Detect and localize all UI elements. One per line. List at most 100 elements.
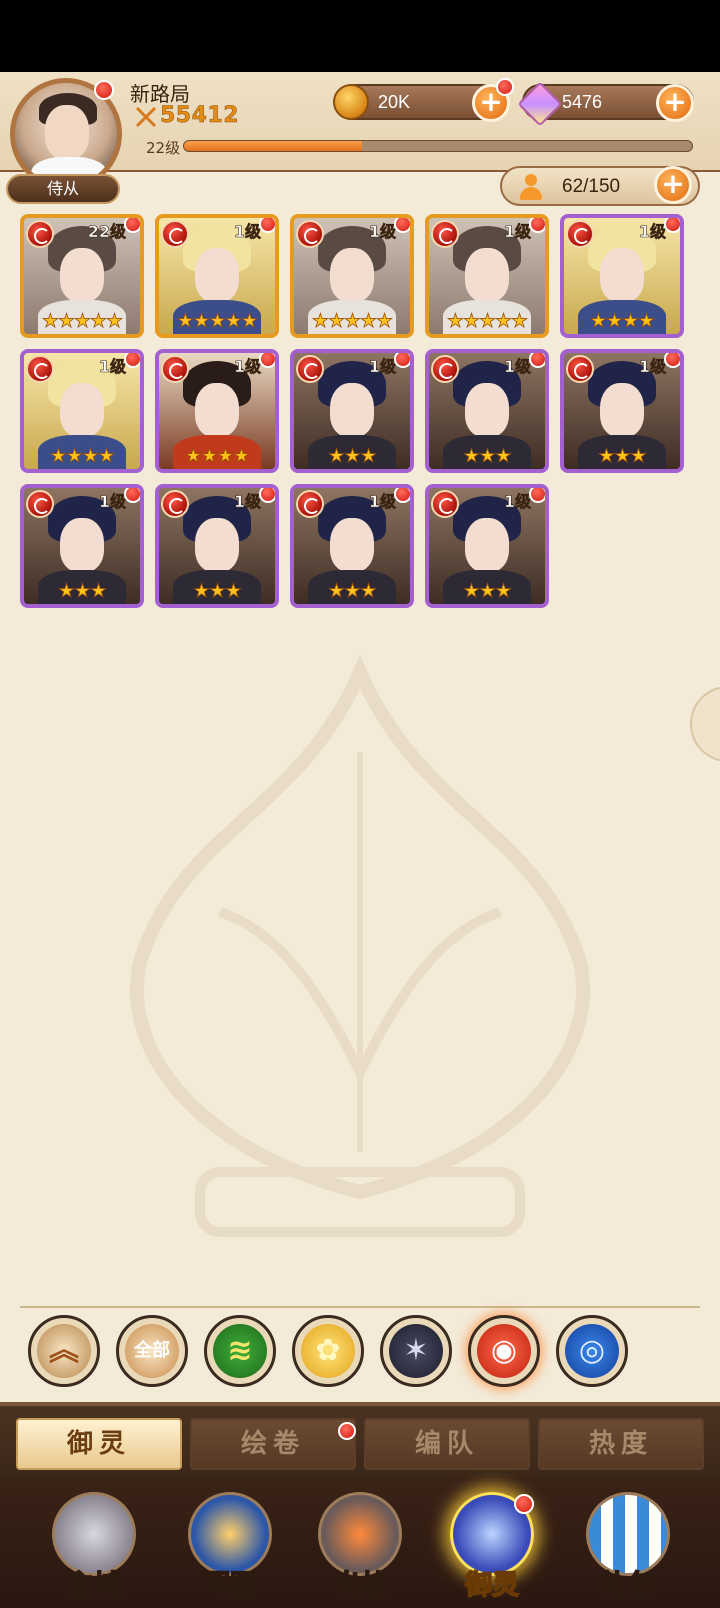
attendant-tab[interactable]: 侍从 xyxy=(6,174,120,204)
emblem-watermark xyxy=(129,654,591,1237)
card-notification-dot xyxy=(124,488,140,503)
star-rating: ★★★ xyxy=(462,445,513,468)
star-rating: ★★★★★ xyxy=(41,310,124,333)
star-rating: ★★★ xyxy=(597,445,648,468)
nav-main-city[interactable]: 主城 xyxy=(30,1484,158,1608)
spirit-level: 1级 xyxy=(368,357,397,377)
card-notification-dot xyxy=(124,353,140,368)
nav-label: 军团 xyxy=(202,1569,258,1602)
fire-element-icon xyxy=(296,490,324,518)
fire-element-icon xyxy=(296,355,324,383)
portrait-face xyxy=(465,248,509,302)
spirit-card[interactable]: 1级 ★★★★ xyxy=(155,349,279,473)
fire-element-icon xyxy=(161,490,189,518)
spirit-card[interactable]: 22级 ★★★★★ xyxy=(20,214,144,338)
filter-water-button[interactable]: ◎ xyxy=(556,1315,628,1387)
star-rating: ★★★★ xyxy=(49,445,116,468)
nav-spirits-notification-dot xyxy=(514,1494,534,1514)
card-notification-dot xyxy=(394,488,410,503)
filter-light-button[interactable]: ✿ xyxy=(292,1315,364,1387)
star-rating: ★★★★ xyxy=(589,310,656,333)
portrait-face xyxy=(60,518,104,572)
fire-element-icon xyxy=(431,355,459,383)
fire-element-icon xyxy=(431,490,459,518)
portrait-face xyxy=(600,248,644,302)
star-rating: ★★★★★ xyxy=(446,310,529,333)
fire-element-icon xyxy=(161,220,189,248)
filter-label: 全部 xyxy=(125,1324,179,1378)
subtab-spirits[interactable]: 御灵 xyxy=(16,1418,182,1470)
card-notification-dot xyxy=(529,353,545,368)
spirit-card[interactable]: 1级 ★★★★ xyxy=(560,214,684,338)
spirit-card[interactable]: 1级 ★★★ xyxy=(425,484,549,608)
spirit-card[interactable]: 1级 ★★★★ xyxy=(20,349,144,473)
spirit-level: 1级 xyxy=(503,492,532,512)
spirit-level: 1级 xyxy=(98,357,127,377)
filter-wind-button[interactable]: ≋ xyxy=(204,1315,276,1387)
gold-amount: 20K xyxy=(378,92,411,112)
card-notification-dot xyxy=(664,218,680,233)
spirit-level: 1级 xyxy=(233,357,262,377)
spirit-card[interactable]: 1级 ★★★ xyxy=(20,484,144,608)
nav-label: 礼包 xyxy=(600,1569,656,1602)
fire-element-icon xyxy=(26,490,54,518)
spirit-card[interactable]: 1级 ★★★ xyxy=(425,349,549,473)
card-notification-dot xyxy=(529,218,545,233)
spirit-card[interactable]: 1级 ★★★ xyxy=(560,349,684,473)
star-rating: ★★★★★ xyxy=(311,310,394,333)
nav-legion[interactable]: 军团 xyxy=(166,1484,294,1608)
subtab-popularity[interactable]: 热度 xyxy=(538,1418,704,1470)
subtab-formation[interactable]: 编队 xyxy=(364,1418,530,1470)
star-rating: ★★★★ xyxy=(184,445,251,468)
spirit-card[interactable]: 1级 ★★★★★ xyxy=(290,214,414,338)
spirit-level: 1级 xyxy=(638,222,667,242)
spirit-card[interactable]: 1级 ★★★★★ xyxy=(425,214,549,338)
person-icon xyxy=(518,174,544,200)
portrait-face xyxy=(600,383,644,437)
gem-amount: 5476 xyxy=(562,92,603,112)
avatar-face xyxy=(45,105,89,159)
spirit-level: 1级 xyxy=(638,357,667,377)
spirit-card[interactable]: 1级 ★★★ xyxy=(290,349,414,473)
portrait-face xyxy=(195,383,239,437)
avatar-notification-dot xyxy=(94,80,114,100)
star-rating: ★★★★★ xyxy=(176,310,259,333)
nav-battle[interactable]: 出战 xyxy=(296,1484,424,1608)
status-bar-area xyxy=(0,0,720,72)
nav-gift-pack[interactable]: 礼包 xyxy=(564,1484,692,1608)
gold-notification-dot xyxy=(496,78,514,96)
portrait-face xyxy=(465,383,509,437)
fire-element-icon xyxy=(26,220,54,248)
card-notification-dot xyxy=(664,353,680,368)
card-notification-dot xyxy=(259,218,275,233)
nav-spirits[interactable]: 御灵 xyxy=(428,1484,556,1608)
subtab-scroll[interactable]: 绘卷 xyxy=(190,1418,356,1470)
flower-element-icon: ✿ xyxy=(301,1324,355,1378)
add-gems-button[interactable]: + xyxy=(656,84,694,122)
phoenix-element-icon: ◉ xyxy=(477,1324,531,1378)
double-chevron-up-icon: ︽ xyxy=(37,1324,91,1378)
filter-fire-button[interactable]: ◉ xyxy=(468,1315,540,1387)
filter-divider xyxy=(20,1306,700,1308)
xp-bar-fill xyxy=(184,141,362,151)
portrait-face xyxy=(195,248,239,302)
spirit-card[interactable]: 1级 ★★★ xyxy=(155,484,279,608)
expand-capacity-button[interactable]: + xyxy=(654,166,692,204)
spirit-level: 1级 xyxy=(368,222,397,242)
scroll-notification-dot xyxy=(338,1422,356,1440)
spirit-level: 22级 xyxy=(87,222,126,242)
spirit-level: 1级 xyxy=(98,492,127,512)
spirit-level: 1级 xyxy=(503,222,532,242)
portrait-face xyxy=(60,383,104,437)
bottom-nav: 主城 军团 出战 御灵 礼包 xyxy=(0,1476,720,1608)
filter-all-button[interactable]: 全部 xyxy=(116,1315,188,1387)
capacity-count: 62/150 xyxy=(562,176,621,197)
spirit-card[interactable]: 1级 ★★★★★ xyxy=(155,214,279,338)
spirit-level: 1级 xyxy=(233,492,262,512)
spirit-card[interactable]: 1级 ★★★ xyxy=(290,484,414,608)
player-level: 22级 xyxy=(146,139,181,157)
filter-dark-button[interactable]: ✶ xyxy=(380,1315,452,1387)
portrait-face xyxy=(60,248,104,302)
element-filter-row: ︽ 全部 ≋ ✿ ✶ ◉ ◎ xyxy=(28,1315,678,1391)
filter-collapse-button[interactable]: ︽ xyxy=(28,1315,100,1387)
